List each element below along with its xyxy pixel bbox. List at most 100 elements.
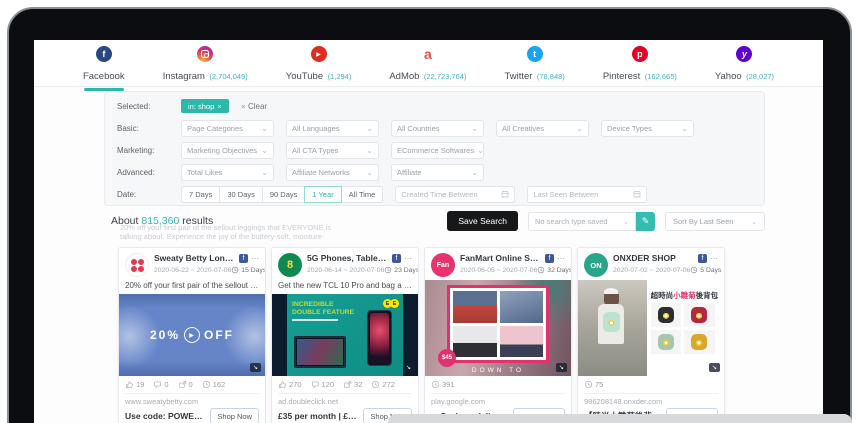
dropdown-cta-types[interactable]: All CTA Types [286, 142, 379, 159]
destination-link[interactable]: 986208148.onxder.com [578, 394, 724, 407]
destination-link[interactable]: www.sweatybetty.com [119, 394, 265, 407]
ad-creative-image[interactable]: $45 DOWN TO [425, 280, 571, 376]
shoe-photo [500, 326, 544, 358]
creative-info: 超時尚小雛菊後背包 [647, 280, 724, 376]
filter-row-basic: Basic: Page Categories All Languages All… [117, 117, 764, 139]
shoe-photo [453, 291, 497, 323]
date-1year-button[interactable]: 1 Year [304, 186, 341, 203]
dropdown-ecommerce-softwares[interactable]: ECommerce Softwares [391, 142, 484, 159]
background-ad-text: 20% off your first pair of the sellout l… [120, 223, 352, 241]
tab-label: Facebook [83, 71, 125, 82]
dropdown-device-types[interactable]: Device Types [601, 120, 694, 137]
tab-facebook[interactable]: Facebook [83, 46, 125, 91]
destination-link[interactable]: ad.doubleclick.net [272, 394, 418, 407]
sort-value: Sort By Last Seen [673, 217, 733, 226]
expand-icon[interactable] [556, 363, 567, 372]
expand-icon[interactable] [403, 363, 414, 372]
card-header: ON ONXDER SHOP 2020-07-02 ~ 2020-07-06 5… [578, 248, 724, 280]
date-7days-button[interactable]: 7 Days [181, 186, 220, 203]
dropdown-languages[interactable]: All Languages [286, 120, 379, 137]
avatar: Fan [431, 253, 455, 277]
tab-twitter[interactable]: Twitter (78,848) [504, 46, 564, 84]
backpack-swatch [651, 330, 682, 354]
duration-icon [202, 380, 211, 389]
tab-youtube[interactable]: YouTube (1,294) [286, 46, 352, 84]
filter-row-marketing: Marketing: Marketing Objectives All CTA … [117, 139, 764, 161]
avatar: ON [584, 253, 608, 277]
page-name[interactable]: Sweaty Betty London | Wom... [154, 253, 236, 263]
facebook-badge-icon [698, 254, 707, 263]
ad-card: Fan FanMart Online Shopping - F... 2020-… [424, 247, 572, 423]
sort-dropdown[interactable]: Sort By Last Seen [665, 212, 765, 231]
destination-link[interactable]: play.google.com [425, 394, 571, 407]
page-name[interactable]: ONXDER SHOP [613, 253, 695, 263]
dropdown-countries[interactable]: All Countries [391, 120, 484, 137]
save-search-button[interactable]: Save Search [447, 211, 518, 231]
like-count: 270 [289, 380, 302, 389]
ad-title: Use code: POWER20 [125, 411, 206, 421]
selected-filter-chip[interactable]: in: shop [181, 99, 229, 113]
dropdown-creatives[interactable]: All Creatives [496, 120, 589, 137]
dropdown-marketing-objectives[interactable]: Marketing Objectives [181, 142, 274, 159]
page: Facebook Instagram (2,704,049) YouTube (… [0, 0, 860, 423]
created-time-between-input[interactable]: Created Time Between [395, 186, 515, 203]
last-seen-between-input[interactable]: Last Seen Between [527, 186, 647, 203]
tab-admob[interactable]: AdMob (22,723,764) [389, 46, 466, 84]
tab-instagram[interactable]: Instagram (2,704,049) [163, 46, 248, 84]
more-options-icon[interactable] [557, 254, 565, 263]
saved-search-placeholder: No search type saved [535, 217, 608, 226]
dropdown-affiliate-networks[interactable]: Affiliate Networks [286, 164, 379, 181]
tab-yahoo[interactable]: Yahoo (28,027) [715, 46, 774, 84]
days-active: 23 Days [394, 267, 419, 274]
page-name[interactable]: FanMart Online Shopping - F... [460, 253, 542, 263]
duration-icon [584, 380, 593, 389]
tab-pinterest[interactable]: Pinterest (162,665) [603, 46, 677, 84]
comment-count: 120 [322, 380, 335, 389]
play-icon[interactable] [184, 327, 200, 343]
dropdown-affiliate[interactable]: Affiliate [391, 164, 484, 181]
shop-now-button[interactable]: Shop Now [210, 408, 259, 423]
creative-subline [292, 319, 338, 321]
saved-search-control: No search type saved [528, 212, 655, 231]
model-photo [578, 280, 647, 376]
more-options-icon[interactable] [404, 254, 412, 263]
stats-row: 75 [578, 376, 724, 391]
shoe-photo [500, 291, 544, 323]
avatar: 8 [278, 253, 302, 277]
duration-count: 75 [595, 380, 603, 389]
expand-icon[interactable] [250, 363, 261, 372]
ad-creative-video[interactable]: 20%OFF [119, 294, 265, 376]
date-30days-button[interactable]: 30 Days [219, 186, 263, 203]
like-count: 19 [136, 380, 144, 389]
page-name[interactable]: 5G Phones, Tablets & SIMs | ... [307, 253, 389, 263]
row-label: Date: [117, 190, 169, 199]
ad-text: Get the new TCL 10 Pro and bag a free TC… [272, 280, 418, 294]
days-active: 32 Days [547, 267, 572, 274]
creative-heading-accent: 小雛菊 [673, 291, 696, 300]
ee-logo-icon [385, 299, 399, 308]
more-options-icon[interactable] [710, 254, 718, 263]
date-range: 2020-06-14 ~ 2020-07-06 [307, 267, 384, 274]
expand-icon[interactable] [709, 363, 720, 372]
like-icon [125, 380, 134, 389]
comment-icon [311, 380, 320, 389]
ad-creative-image[interactable]: INCREDIBLE DOUBLE FEATURE [272, 294, 418, 376]
dropdown-page-categories[interactable]: Page Categories [181, 120, 274, 137]
tab-count: (2,704,049) [209, 72, 247, 81]
admob-icon [420, 46, 436, 62]
edit-saved-search-button[interactable] [636, 212, 655, 231]
date-90days-button[interactable]: 90 Days [262, 186, 306, 203]
filter-panel: Selected: in: shop Clear Basic: Page Cat… [104, 91, 765, 206]
more-options-icon[interactable] [251, 254, 259, 263]
clear-filters-button[interactable]: Clear [241, 102, 267, 111]
yahoo-icon [736, 46, 752, 62]
twitter-icon [527, 46, 543, 62]
tab-label: AdMob [389, 71, 419, 82]
ad-creative-image[interactable]: 超時尚小雛菊後背包 [578, 280, 724, 376]
shoe-photo [453, 326, 497, 358]
ad-card: ON ONXDER SHOP 2020-07-02 ~ 2020-07-06 5… [577, 247, 725, 423]
dropdown-total-likes[interactable]: Total Likes [181, 164, 274, 181]
date-alltime-button[interactable]: All Time [341, 186, 384, 203]
saved-search-select[interactable]: No search type saved [528, 212, 636, 231]
stats-row: 391 [425, 376, 571, 391]
